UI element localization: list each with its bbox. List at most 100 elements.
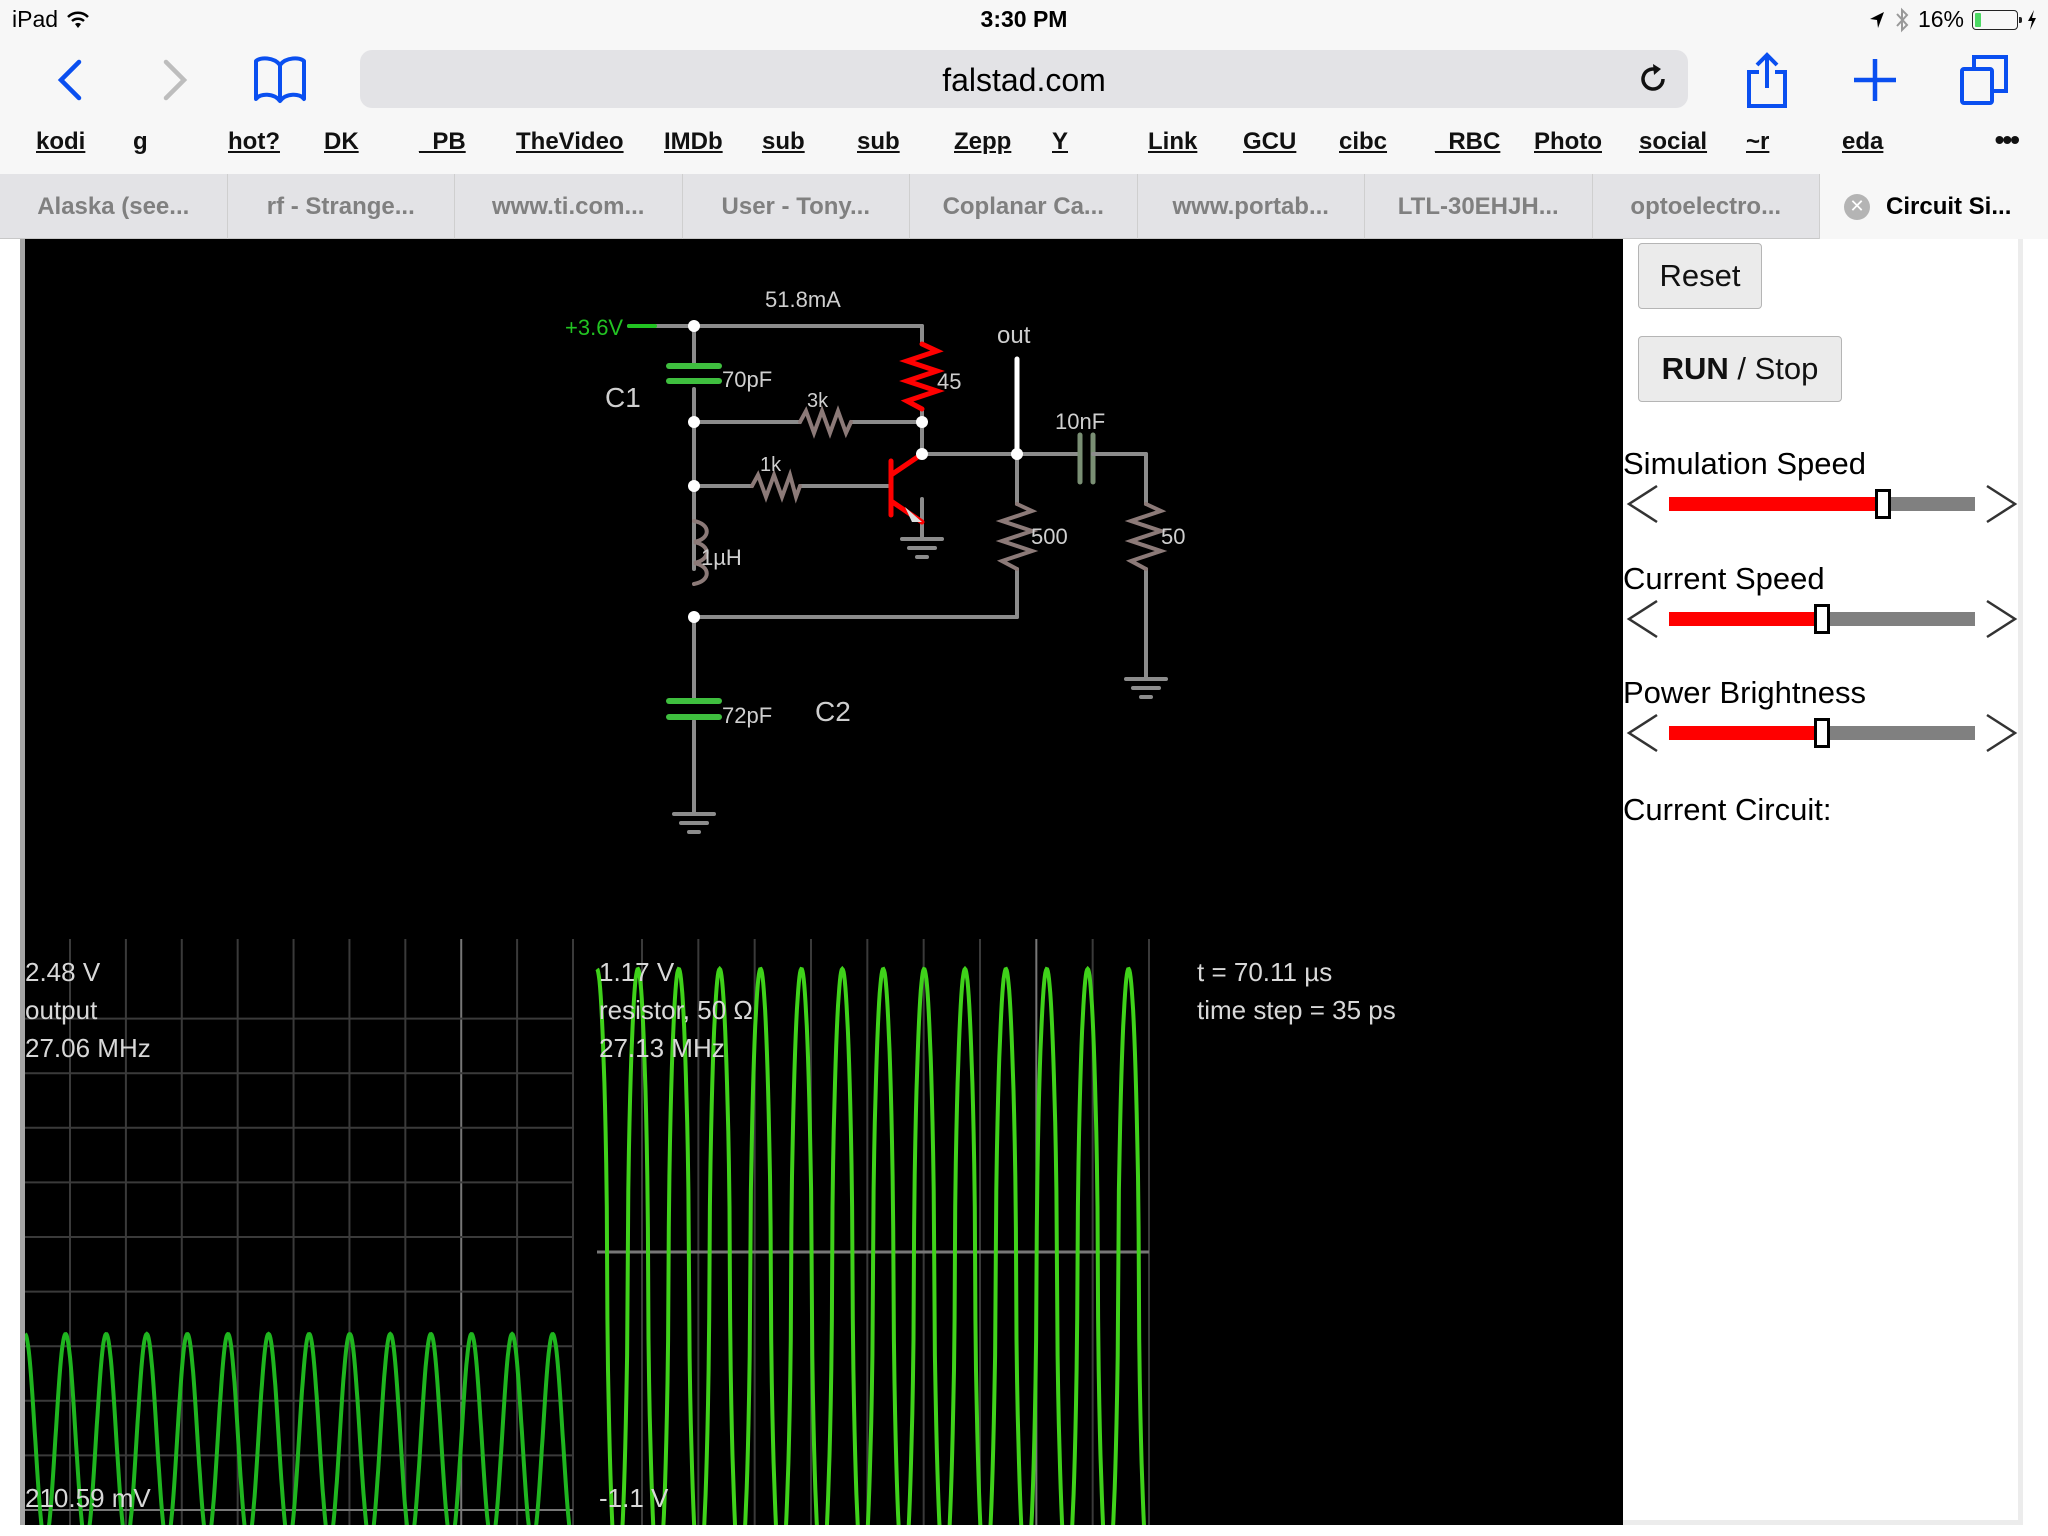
browser-tab-active[interactable]: ✕ Circuit Si... bbox=[1820, 174, 2048, 239]
slider-increase-arrow-icon[interactable] bbox=[1985, 599, 2019, 639]
scope2-min-label: -1.1 V bbox=[599, 1483, 669, 1513]
bookmark-link[interactable]: sub bbox=[857, 128, 900, 156]
scope-output[interactable] bbox=[25, 939, 574, 1525]
node-dot bbox=[916, 448, 928, 460]
forward-button[interactable] bbox=[145, 50, 205, 110]
tab-title: www.ti.com... bbox=[492, 192, 645, 220]
ground-icon bbox=[1124, 677, 1168, 699]
power-brightness-slider[interactable] bbox=[1623, 713, 2023, 753]
bookmark-link[interactable]: DK bbox=[324, 128, 359, 156]
slider-decrease-arrow-icon[interactable] bbox=[1625, 484, 1659, 524]
close-tab-icon[interactable]: ✕ bbox=[1844, 193, 1870, 220]
control-panel: Reset RUN / Stop Simulation Speed Curren… bbox=[1623, 239, 2023, 1525]
slider-decrease-arrow-icon[interactable] bbox=[1625, 599, 1659, 639]
plus-icon bbox=[1854, 59, 1896, 101]
slider-increase-arrow-icon[interactable] bbox=[1985, 713, 2019, 753]
current-speed-slider[interactable] bbox=[1623, 599, 2023, 639]
slider-thumb[interactable] bbox=[1875, 489, 1892, 519]
browser-tab[interactable]: rf - Strange... bbox=[228, 174, 455, 239]
reload-icon[interactable] bbox=[1636, 62, 1670, 96]
location-icon bbox=[1869, 11, 1884, 28]
more-bookmarks-icon[interactable]: ••• bbox=[1995, 124, 2020, 156]
slider-decrease-arrow-icon[interactable] bbox=[1625, 713, 1659, 753]
slider-thumb[interactable] bbox=[1814, 718, 1830, 748]
bookmark-link[interactable]: Zepp bbox=[954, 128, 1011, 156]
scope2-freq: 27.13 MHz bbox=[599, 1033, 725, 1063]
browser-tab[interactable]: LTL-30EHJH... bbox=[1365, 174, 1593, 239]
slider-fill bbox=[1669, 612, 1822, 626]
node-dot bbox=[688, 480, 700, 492]
node-dot bbox=[1011, 448, 1023, 460]
chevron-right-icon bbox=[163, 59, 188, 101]
run-label: RUN bbox=[1661, 351, 1729, 386]
bookmark-link[interactable]: TheVideo bbox=[516, 128, 624, 156]
chevron-left-icon bbox=[57, 59, 82, 101]
back-button[interactable] bbox=[40, 50, 100, 110]
bookmark-link[interactable]: social bbox=[1639, 128, 1707, 156]
slider-track[interactable] bbox=[1669, 489, 1975, 519]
url-text: falstad.com bbox=[942, 62, 1106, 98]
bookmark-link[interactable]: hot? bbox=[228, 128, 280, 156]
browser-tab[interactable]: www.portab... bbox=[1138, 174, 1365, 239]
scope2-max-label: 1.17 V bbox=[599, 957, 675, 987]
share-button[interactable] bbox=[1737, 50, 1797, 110]
address-bar[interactable]: falstad.com bbox=[360, 50, 1688, 108]
supply-current-label: 51.8mA bbox=[765, 287, 841, 312]
load-resistor-50-value: 50 bbox=[1161, 524, 1185, 549]
load-resistor-500 bbox=[995, 502, 1039, 571]
simulation-speed-slider[interactable] bbox=[1623, 484, 2023, 524]
slider-track[interactable] bbox=[1669, 604, 1975, 634]
browser-tab[interactable]: User - Tony... bbox=[683, 174, 910, 239]
current-speed-label: Current Speed bbox=[1623, 561, 1825, 596]
supply-label: +3.6V bbox=[565, 315, 623, 340]
bookmark-link[interactable]: Link bbox=[1148, 128, 1197, 156]
scope1-max-label: 2.48 V bbox=[25, 957, 101, 987]
tabs-icon bbox=[1960, 55, 2008, 105]
charging-icon bbox=[2028, 9, 2036, 30]
bookmark-link[interactable]: ~r bbox=[1746, 128, 1769, 156]
scope-resistor[interactable] bbox=[595, 939, 1150, 1525]
browser-toolbar: falstad.com bbox=[0, 42, 2048, 118]
current-circuit-label: Current Circuit: bbox=[1623, 792, 1832, 827]
bookmark-link[interactable]: g bbox=[133, 128, 148, 156]
base-resistor-value: 1k bbox=[760, 454, 782, 476]
bookmark-link[interactable]: sub bbox=[762, 128, 805, 156]
browser-tab[interactable]: www.ti.com... bbox=[455, 174, 683, 239]
base-resistor bbox=[750, 468, 802, 504]
sim-time-step: time step = 35 ps bbox=[1197, 995, 1396, 1025]
slider-fill bbox=[1669, 497, 1884, 511]
share-icon bbox=[1747, 52, 1787, 108]
battery-percent: 16% bbox=[1917, 6, 1964, 32]
status-bar: iPad 3:30 PM 16% bbox=[0, 0, 2048, 40]
sim-time: t = 70.11 µs bbox=[1197, 957, 1332, 987]
bookmark-link[interactable]: Y bbox=[1052, 128, 1068, 156]
tab-title: User - Tony... bbox=[721, 192, 870, 220]
bookmark-link[interactable]: _PB bbox=[419, 128, 466, 156]
browser-tab[interactable]: optoelectro... bbox=[1593, 174, 1820, 239]
c1-name: C1 bbox=[605, 382, 641, 413]
bookmarks-button[interactable] bbox=[250, 50, 310, 110]
bookmark-link[interactable]: GCU bbox=[1243, 128, 1296, 156]
tab-title: www.portab... bbox=[1172, 192, 1329, 220]
inductor-value: 1µH bbox=[701, 545, 742, 570]
reset-button[interactable]: Reset bbox=[1638, 243, 1762, 309]
new-tab-button[interactable] bbox=[1845, 50, 1905, 110]
slider-track[interactable] bbox=[1669, 718, 1975, 748]
bookmark-link[interactable]: eda bbox=[1842, 128, 1883, 156]
simulation-speed-label: Simulation Speed bbox=[1623, 446, 1866, 481]
tabs-overview-button[interactable] bbox=[1955, 50, 2015, 110]
tab-title: rf - Strange... bbox=[266, 192, 415, 220]
coupling-cap-value: 10nF bbox=[1055, 409, 1105, 434]
browser-tab[interactable]: Coplanar Ca... bbox=[910, 174, 1138, 239]
run-stop-button[interactable]: RUN / Stop bbox=[1638, 336, 1842, 402]
bookmark-link[interactable]: _RBC bbox=[1435, 128, 1500, 156]
bookmark-link[interactable]: cibc bbox=[1339, 128, 1387, 156]
circuit-canvas[interactable]: +3.6V 51.8mA 70pF C1 45 3k 1k 1µH out 10… bbox=[25, 239, 1623, 1525]
bookmark-link[interactable]: kodi bbox=[36, 128, 85, 156]
browser-tab[interactable]: Alaska (see... bbox=[0, 174, 228, 239]
slider-increase-arrow-icon[interactable] bbox=[1985, 484, 2019, 524]
slider-thumb[interactable] bbox=[1814, 604, 1830, 634]
bookmark-link[interactable]: IMDb bbox=[664, 128, 723, 156]
tab-title: Alaska (see... bbox=[37, 192, 190, 220]
bookmark-link[interactable]: Photo bbox=[1534, 128, 1602, 156]
